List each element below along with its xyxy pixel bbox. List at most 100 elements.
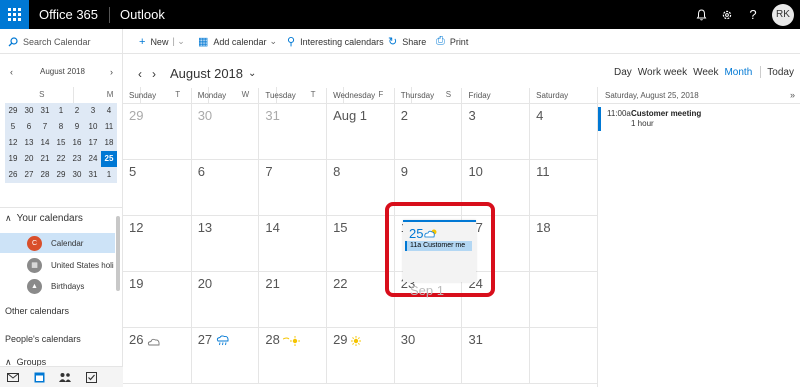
- mini-day[interactable]: 2: [69, 103, 85, 119]
- app-launcher-button[interactable]: [0, 0, 29, 29]
- mini-day[interactable]: 3: [85, 103, 101, 119]
- print-button[interactable]: ⎙ Print: [436, 29, 468, 54]
- day-cell[interactable]: 22: [326, 272, 394, 328]
- mini-day[interactable]: 20: [21, 151, 37, 167]
- interesting-calendars-button[interactable]: ⚲ Interesting calendars: [287, 29, 384, 54]
- mini-day[interactable]: 30: [69, 167, 85, 183]
- calendar-item-birthdays[interactable]: ▲ Birthdays: [0, 276, 115, 296]
- mini-day[interactable]: 23: [69, 151, 85, 167]
- agenda-event[interactable]: 11:00a Customer meeting 1 hour: [598, 107, 798, 131]
- mini-next-month-button[interactable]: ›: [110, 67, 113, 77]
- mini-day[interactable]: 5: [5, 119, 21, 135]
- mini-day[interactable]: 24: [85, 151, 101, 167]
- mini-day[interactable]: 18: [101, 135, 117, 151]
- add-calendar-button[interactable]: ▦ Add calendar ⌄: [198, 29, 277, 54]
- mini-day[interactable]: 7: [37, 119, 53, 135]
- help-button[interactable]: ?: [740, 0, 766, 29]
- prev-month-button[interactable]: ‹: [138, 67, 142, 81]
- people-module-button[interactable]: [52, 367, 78, 388]
- next-month-button[interactable]: ›: [152, 67, 156, 81]
- peoples-calendars-toggle[interactable]: People's calendars: [5, 334, 81, 344]
- new-button[interactable]: + New | ⌄: [139, 29, 185, 54]
- mini-day[interactable]: 13: [21, 135, 37, 151]
- mini-day[interactable]: 29: [5, 103, 21, 119]
- mail-module-button[interactable]: [0, 367, 26, 388]
- mini-day[interactable]: 16: [69, 135, 85, 151]
- mini-day[interactable]: 29: [53, 167, 69, 183]
- day-cell[interactable]: 15: [326, 216, 394, 272]
- notifications-button[interactable]: [688, 0, 714, 29]
- day-cell[interactable]: 30: [393, 328, 462, 384]
- day-number-sep-1[interactable]: Sep 1: [410, 283, 444, 298]
- day-cell[interactable]: 14: [258, 216, 326, 272]
- view-month-button[interactable]: Month: [724, 67, 752, 78]
- chevron-down-icon[interactable]: | ⌄: [172, 36, 184, 47]
- your-calendars-toggle[interactable]: ∧ Your calendars: [5, 213, 83, 224]
- day-cell[interactable]: 31: [258, 104, 326, 160]
- day-cell[interactable]: 4: [529, 104, 597, 160]
- mini-day[interactable]: 4: [101, 103, 117, 119]
- event-customer-meeting[interactable]: 11a Customer me: [405, 241, 472, 251]
- day-cell[interactable]: 3: [461, 104, 529, 160]
- day-cell[interactable]: 18: [529, 216, 597, 272]
- day-cell[interactable]: 7: [258, 160, 326, 216]
- mini-day[interactable]: 11: [101, 119, 117, 135]
- share-button[interactable]: ↻ Share: [388, 29, 426, 54]
- chevron-down-icon[interactable]: ⌄: [248, 68, 256, 79]
- day-cell[interactable]: Aug 1: [326, 104, 394, 160]
- mini-day[interactable]: 1: [53, 103, 69, 119]
- calendar-module-button[interactable]: [26, 367, 52, 388]
- mini-day[interactable]: 30: [21, 103, 37, 119]
- view-day-button[interactable]: Day: [614, 67, 632, 78]
- search-calendar-input[interactable]: Search Calendar: [0, 29, 123, 54]
- today-button[interactable]: Today: [767, 67, 794, 78]
- mini-day[interactable]: 15: [53, 135, 69, 151]
- mini-day[interactable]: 12: [5, 135, 21, 151]
- mini-day[interactable]: 28: [37, 167, 53, 183]
- mini-day[interactable]: 21: [37, 151, 53, 167]
- selected-day-cell[interactable]: 25 11a Customer me: [403, 220, 476, 282]
- mini-day[interactable]: 25: [101, 151, 117, 167]
- day-cell[interactable]: 21: [258, 272, 326, 328]
- groups-toggle[interactable]: ∧ Groups: [5, 358, 46, 366]
- tasks-module-button[interactable]: [78, 367, 104, 388]
- mini-day[interactable]: 22: [53, 151, 69, 167]
- mini-day[interactable]: 1: [101, 167, 117, 183]
- mini-prev-month-button[interactable]: ‹: [10, 67, 13, 77]
- mini-day[interactable]: 9: [69, 119, 85, 135]
- calendar-item-calendar[interactable]: C Calendar: [0, 233, 115, 253]
- settings-button[interactable]: [714, 0, 740, 29]
- other-calendars-toggle[interactable]: Other calendars: [5, 306, 69, 316]
- day-cell[interactable]: 12: [123, 216, 191, 272]
- day-cell[interactable]: 29: [326, 328, 394, 384]
- mini-day[interactable]: 14: [37, 135, 53, 151]
- mini-day[interactable]: 8: [53, 119, 69, 135]
- mini-day[interactable]: 31: [85, 167, 101, 183]
- expand-icon[interactable]: »: [790, 87, 795, 104]
- mini-day[interactable]: 19: [5, 151, 21, 167]
- office-365-link[interactable]: Office 365: [29, 6, 111, 23]
- day-cell[interactable]: 29: [123, 104, 191, 160]
- month-title[interactable]: August 2018: [170, 66, 243, 81]
- day-cell[interactable]: 6: [190, 160, 259, 216]
- view-work-week-button[interactable]: Work week: [638, 67, 687, 78]
- mini-day[interactable]: 6: [21, 119, 37, 135]
- day-cell[interactable]: 31: [461, 328, 529, 384]
- day-cell[interactable]: 28: [258, 328, 326, 384]
- mini-day[interactable]: 31: [37, 103, 53, 119]
- day-cell[interactable]: 11: [529, 160, 597, 216]
- day-cell[interactable]: 8: [326, 160, 394, 216]
- mini-day[interactable]: 17: [85, 135, 101, 151]
- day-cell[interactable]: 27: [190, 328, 259, 384]
- mini-day[interactable]: 26: [5, 167, 21, 183]
- day-cell[interactable]: 19: [123, 272, 191, 328]
- mini-day[interactable]: 27: [21, 167, 37, 183]
- day-cell[interactable]: [529, 328, 597, 384]
- day-cell[interactable]: 30: [190, 104, 259, 160]
- day-cell[interactable]: 2: [393, 104, 462, 160]
- mini-day[interactable]: 10: [85, 119, 101, 135]
- left-pane-scrollbar[interactable]: [116, 216, 120, 291]
- view-week-button[interactable]: Week: [693, 67, 718, 78]
- day-cell[interactable]: 20: [190, 272, 259, 328]
- day-cell[interactable]: 13: [190, 216, 259, 272]
